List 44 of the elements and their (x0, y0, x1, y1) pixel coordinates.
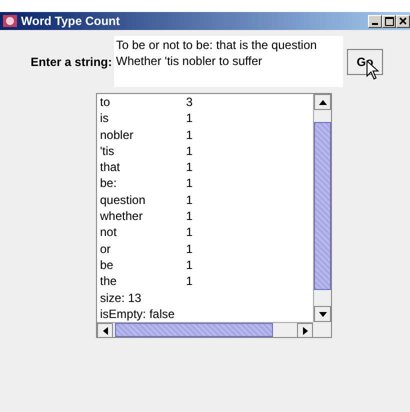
count-text: 1 (186, 175, 193, 192)
word-text: be (100, 256, 114, 274)
word-text: that (100, 159, 122, 176)
close-button[interactable] (396, 14, 410, 28)
word-text: or (100, 240, 112, 257)
count-text: 1 (186, 110, 193, 127)
left-arrow-icon (102, 326, 108, 334)
close-icon (399, 17, 407, 25)
count-text: 1 (186, 224, 193, 241)
input-label: Enter a string: (30, 54, 113, 68)
count-text: 1 (186, 192, 193, 208)
word-text: not (100, 224, 118, 241)
word-text: is (100, 110, 110, 127)
count-text: 1 (186, 256, 193, 274)
word-text: question (100, 192, 146, 208)
count-text: 1 (186, 208, 193, 224)
down-arrow-icon (318, 312, 326, 316)
count-text: 3 (186, 94, 193, 110)
word-text: whether (100, 208, 144, 224)
up-arrow-icon (318, 100, 326, 104)
summary-text: isEmpty: false (100, 306, 175, 322)
count-text: 1 (186, 142, 193, 160)
summary-text: size: 13 (100, 290, 142, 306)
right-arrow-icon (302, 326, 308, 334)
maximize-button[interactable] (382, 14, 396, 28)
word-text: be: (100, 175, 118, 192)
vertical-scrollbar[interactable] (313, 94, 331, 322)
scroll-thumb[interactable] (115, 323, 273, 337)
count-text: 1 (186, 159, 193, 176)
scrollbar-corner (313, 322, 331, 337)
word-text: nobler (100, 126, 134, 143)
scroll-thumb[interactable] (314, 122, 331, 290)
text-area[interactable]: To be or not to be: that is the question Whether 'tis nobler to suffer (114, 36, 343, 87)
count-text: 1 (186, 273, 193, 290)
word-text: the (100, 273, 118, 290)
window-title: Word Type Count (21, 14, 121, 28)
app-icon (2, 13, 18, 29)
horizontal-scrollbar[interactable] (97, 322, 313, 337)
count-text: 1 (186, 240, 193, 257)
count-text: 1 (186, 126, 193, 143)
minimize-button[interactable] (368, 14, 382, 28)
word-text: 'tis (100, 142, 116, 160)
maximize-icon (384, 16, 394, 26)
word-text: to (100, 94, 112, 110)
